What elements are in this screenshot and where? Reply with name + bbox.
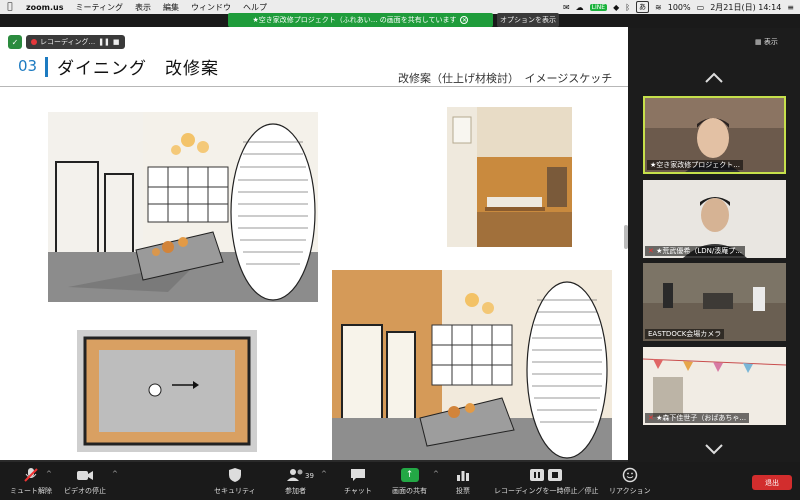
scroll-down-icon[interactable] [704,443,724,455]
battery-icon[interactable]: ▭ [697,3,705,12]
share-options-caret-icon[interactable]: ^ [433,470,439,478]
pause-recording-button[interactable]: レコーディングを一時停止／停止 [494,466,599,496]
recording-pill[interactable]: レコーディング... ❚❚ ■ [26,35,125,49]
reactions-button[interactable]: リアクション [609,466,651,496]
slide-subtitle: 改修案（仕上げ材検討） イメージスケッチ [398,72,613,85]
zoom-window:  zoom.us ミーティング 表示 編集 ウィンドウ ヘルプ ✉ ☁ LIN… [0,0,800,500]
polls-icon [456,466,470,484]
share-screen-button[interactable]: ↑ 画面の共有 [392,466,427,496]
share-screen-icon: ↑ [400,468,419,482]
participants-caret-icon[interactable]: ^ [321,470,327,478]
recording-indicator: ✓ レコーディング... ❚❚ ■ [8,35,125,49]
dining-sketch-2 [332,270,612,460]
stop-icon[interactable]: ■ [113,38,120,46]
section-number: 03 [18,57,38,75]
mic-muted-icon [23,466,39,484]
chat-icon [350,466,366,484]
menu-meeting[interactable]: ミーティング [69,2,129,13]
stop-video-label: ビデオの停止 [64,487,106,495]
recording-label: レコーディング... [40,38,96,46]
participants-button[interactable]: 参加者 [285,466,306,496]
video-options-caret-icon[interactable]: ^ [112,470,118,478]
participant-tile-2[interactable]: ✕ ★荒武優希（LDN/湊庵プ... [643,180,786,258]
pause-recording-label: レコーディングを一時停止／停止 [494,487,599,495]
date-time[interactable]: 2月21日(日) 14:14 [710,2,781,13]
menu-app-name[interactable]: zoom.us [20,3,69,12]
view-options-button[interactable]: オプションを表示 [497,13,559,27]
sharing-banner: ★空き家改修プロジェクト（ふれあい... の画面を共有しています ✕ [228,13,493,27]
participant-name: ✕ ★森下佳世子（おばあちゃ... [645,413,750,423]
apple-icon[interactable]:  [0,2,20,12]
participant-tile-4[interactable]: ✕ ★森下佳世子（おばあちゃ... [643,347,786,425]
dining-sketch-1 [48,112,318,302]
participants-label: 参加者 [285,487,306,495]
bluetooth-icon[interactable]: ᛒ [625,3,630,12]
record-dot-icon [31,39,37,45]
mail-icon[interactable]: ✉ [563,3,570,12]
unmute-label: ミュート解除 [10,487,52,495]
pause-icon[interactable]: ❚❚ [98,38,110,46]
floor-plan-sketch [77,330,257,452]
slide-title: ダイニング 改修案 [57,59,219,79]
muted-mic-icon: ✕ [648,414,657,422]
section-accent-bar [45,57,48,77]
participant-name: EASTDOCK会場カメラ [645,329,725,339]
status-area: ✉ ☁ LINE ◆ ᛒ あ ≋ 100% ▭ 2月21日(日) 14:14 ≡ [563,1,800,13]
participants-icon [286,466,306,484]
security-button[interactable]: セキュリティ [214,466,256,496]
audio-options-caret-icon[interactable]: ^ [46,470,52,478]
video-camera-icon [76,466,94,484]
menu-help[interactable]: ヘルプ [237,2,273,13]
muted-mic-icon: ✕ [648,247,657,255]
share-screen-label: 画面の共有 [392,487,427,495]
menu-edit[interactable]: 編集 [157,2,185,13]
input-method-icon[interactable]: あ [636,1,650,13]
leave-meeting-button[interactable]: 退出 [752,475,792,490]
menu-window[interactable]: ウィンドウ [185,2,237,13]
participant-name: ✕ ★荒武優希（LDN/湊庵プ... [645,246,745,256]
line-icon[interactable]: LINE [589,3,608,11]
macos-menubar:  zoom.us ミーティング 表示 編集 ウィンドウ ヘルプ ✉ ☁ LIN… [0,0,800,14]
participant-name-text: ★森下佳世子（おばあちゃ... [656,414,747,422]
view-button[interactable]: ▦ 表示 [755,37,778,47]
stop-share-icon[interactable]: ✕ [460,16,469,24]
sharing-banner-text: ★空き家改修プロジェクト（ふれあい... の画面を共有しています [252,16,457,24]
wifi-icon[interactable]: ≋ [655,3,662,12]
polls-label: 投票 [456,487,470,495]
reactions-label: リアクション [609,487,651,495]
dropbox-icon[interactable]: ◆ [613,3,619,12]
participant-name-text: ★荒武優希（LDN/湊庵プ... [656,247,742,255]
stop-video-button[interactable]: ビデオの停止 [64,466,106,496]
participant-tile-1[interactable]: ★空き家改修プロジェクト... [643,96,786,174]
battery-percent[interactable]: 100% [668,3,691,12]
chat-button[interactable]: チャット [344,466,372,496]
polls-button[interactable]: 投票 [456,466,470,496]
smiley-icon [622,466,638,484]
participant-tile-3[interactable]: EASTDOCK会場カメラ [643,263,786,341]
security-label: セキュリティ [214,487,256,495]
chat-label: チャット [344,487,372,495]
view-label: 表示 [763,38,778,46]
header-divider [0,86,628,87]
cloud-icon[interactable]: ☁ [576,3,584,12]
security-shield-icon[interactable]: ✓ [8,35,22,49]
shield-icon [228,466,242,484]
grid-icon: ▦ [755,38,764,46]
reference-photo [447,107,572,247]
participant-count: 39 [305,472,314,480]
scroll-up-icon[interactable] [704,72,724,84]
menu-view[interactable]: 表示 [129,2,157,13]
control-center-icon[interactable]: ≡ [787,3,794,12]
participant-name: ★空き家改修プロジェクト... [647,160,743,170]
pause-stop-icons [529,466,563,484]
